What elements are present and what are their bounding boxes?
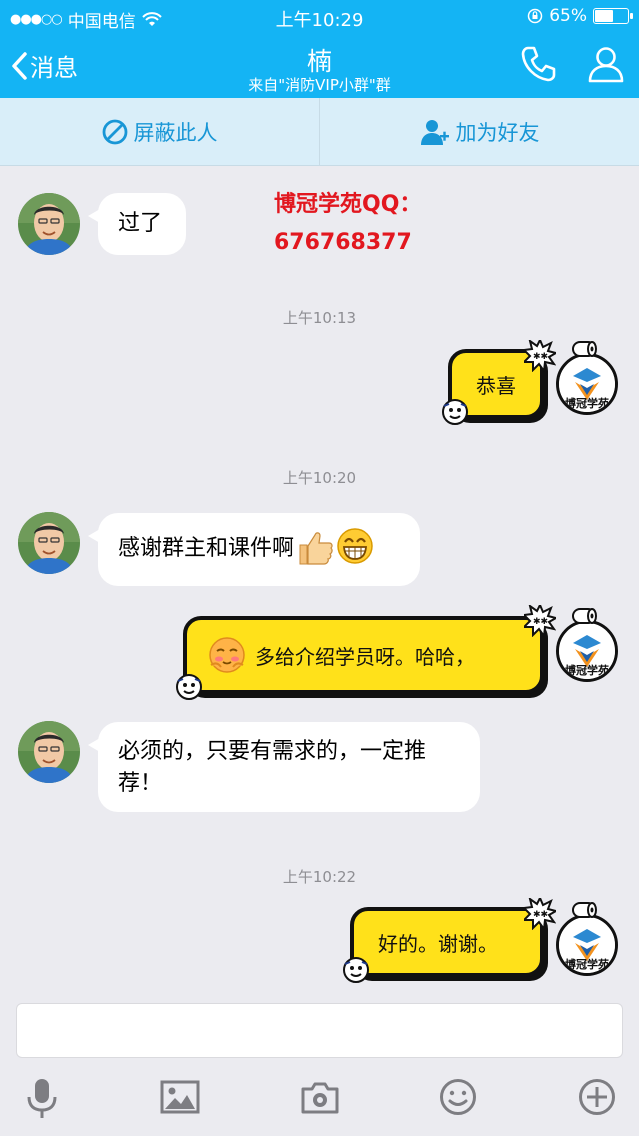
sticker-face-icon bbox=[442, 399, 468, 425]
thumbs-up-icon bbox=[299, 532, 333, 565]
logo-text: 博冠学苑 bbox=[565, 957, 609, 971]
message-text: 好的。谢谢。 bbox=[378, 931, 498, 956]
battery-icon bbox=[593, 8, 633, 24]
image-icon bbox=[160, 1080, 200, 1114]
sticker-face-icon bbox=[176, 674, 202, 700]
add-person-icon bbox=[420, 119, 449, 145]
person-icon bbox=[588, 47, 624, 83]
watermark-line1: 博冠学苑QQ： bbox=[274, 192, 422, 217]
toilet-paper-icon bbox=[572, 608, 597, 624]
block-icon bbox=[102, 119, 127, 144]
camera-button[interactable] bbox=[300, 1080, 340, 1120]
call-button[interactable] bbox=[518, 44, 558, 88]
camera-icon bbox=[301, 1082, 339, 1114]
emoji-icon bbox=[440, 1079, 476, 1115]
message-text: 过了 bbox=[118, 211, 163, 236]
battery-percent: 65% bbox=[549, 6, 587, 26]
more-button[interactable] bbox=[577, 1077, 617, 1121]
logo-text: 博冠学苑 bbox=[565, 663, 609, 677]
timestamp: 上午10:22 bbox=[282, 868, 357, 886]
message-text: 恭喜 bbox=[476, 373, 516, 398]
avatar-self[interactable]: 博冠学苑 bbox=[556, 620, 618, 682]
timestamp: 上午10:20 bbox=[282, 469, 357, 487]
status-bar: ●●●○○ 中国电信 上午10:29 65% bbox=[0, 0, 639, 34]
blush-emoji-icon bbox=[209, 637, 245, 673]
image-button[interactable] bbox=[160, 1080, 200, 1120]
header: ●●●○○ 中国电信 上午10:29 65% 消息 楠 来自"消防VIP小群"群 bbox=[0, 0, 639, 98]
avatar-self[interactable]: 博冠学苑 bbox=[556, 914, 618, 976]
plus-circle-icon bbox=[579, 1079, 615, 1115]
phone-icon bbox=[521, 46, 556, 82]
grin-emoji-icon bbox=[337, 528, 373, 564]
message-bubble-incoming[interactable]: 必须的，只要有需求的，一定推荐！ bbox=[88, 722, 480, 812]
bubble-burst-decoration bbox=[524, 898, 556, 930]
microphone-icon bbox=[27, 1079, 57, 1118]
message-text: 感谢群主和课件啊 bbox=[118, 536, 295, 561]
message-bubble-outgoing[interactable]: 好的。谢谢。 bbox=[350, 907, 544, 977]
bubble-burst-decoration bbox=[524, 605, 556, 637]
block-user-button[interactable]: 屏蔽此人 bbox=[0, 98, 319, 165]
orientation-lock-icon bbox=[527, 8, 543, 24]
avatar-self[interactable]: 博冠学苑 bbox=[556, 353, 618, 415]
add-friend-label: 加为好友 bbox=[455, 120, 540, 145]
message-bubble-outgoing[interactable]: 多给介绍学员呀。哈哈， bbox=[183, 616, 544, 694]
message-bubble-incoming[interactable]: 感谢群主和课件啊 bbox=[88, 513, 420, 586]
avatar[interactable] bbox=[18, 193, 80, 255]
voice-button[interactable] bbox=[24, 1077, 60, 1125]
logo-text: 博冠学苑 bbox=[565, 396, 609, 410]
input-toolbar bbox=[0, 1072, 639, 1136]
message-input[interactable] bbox=[16, 1003, 623, 1058]
sticker-face-icon bbox=[343, 957, 369, 983]
block-user-label: 屏蔽此人 bbox=[133, 120, 218, 145]
bubble-burst-decoration bbox=[524, 340, 556, 372]
message-text: 多给介绍学员呀。哈哈， bbox=[255, 644, 475, 669]
watermark-text: 博冠学苑QQ： 676768377 bbox=[274, 186, 421, 262]
profile-button[interactable] bbox=[586, 44, 626, 88]
watermark-line2: 676768377 bbox=[274, 230, 412, 255]
add-friend-button[interactable]: 加为好友 bbox=[320, 98, 639, 165]
avatar[interactable] bbox=[18, 512, 80, 574]
message-bubble-incoming[interactable]: 过了 bbox=[88, 193, 186, 255]
emoji-button[interactable] bbox=[438, 1077, 478, 1121]
action-bar: 屏蔽此人 加为好友 bbox=[0, 98, 639, 166]
toilet-paper-icon bbox=[572, 902, 597, 918]
status-right: 65% bbox=[527, 6, 633, 26]
avatar[interactable] bbox=[18, 721, 80, 783]
message-text: 必须的，只要有需求的，一定推荐！ bbox=[118, 739, 427, 796]
toilet-paper-icon bbox=[572, 341, 597, 357]
timestamp: 上午10:13 bbox=[282, 309, 357, 327]
